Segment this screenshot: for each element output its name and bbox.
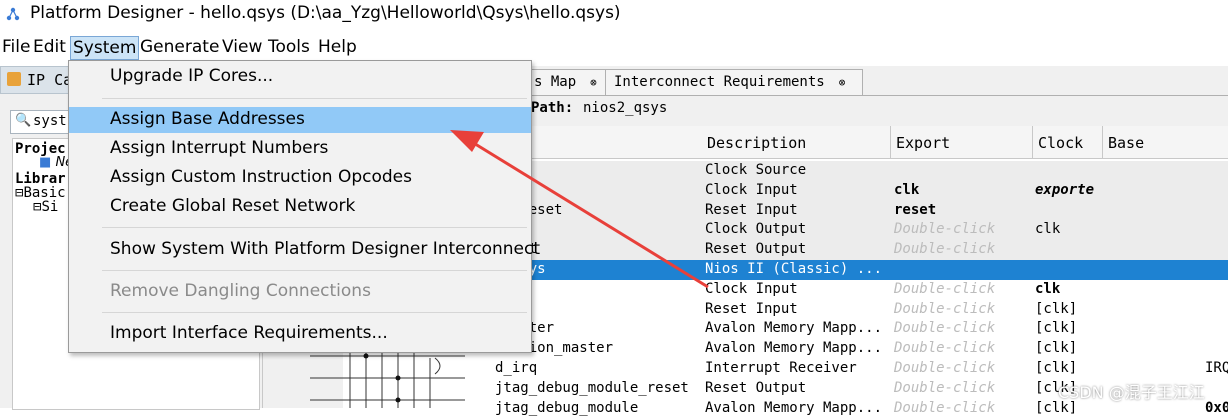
cell-description: Clock Input <box>705 181 798 198</box>
menu-tools[interactable]: Tools <box>266 36 312 58</box>
cell-clock: [clk] <box>1035 340 1078 357</box>
menu-item-label: Upgrade IP Cores... <box>110 66 274 86</box>
cell-export[interactable]: Double-click <box>894 281 995 297</box>
menu-item-label: Assign Base Addresses <box>110 109 305 129</box>
cell-description: Reset Output <box>705 379 807 396</box>
new-component-icon: ■ <box>39 155 52 170</box>
column-header-export[interactable]: Export <box>896 134 950 152</box>
cell-description: Reset Input <box>705 300 798 317</box>
tab-label: s Map <box>534 74 577 90</box>
menu-separator <box>102 270 527 271</box>
table-row[interactable]: d_irq Interrupt Receiver Double-click [clk]… <box>343 359 1228 379</box>
menu-help[interactable]: Help <box>316 36 359 58</box>
window-title: Platform Designer - hello.qsys (D:\aa_Yz… <box>30 3 621 23</box>
menu-bar: File Edit System Generate View Tools Hel… <box>0 33 1228 61</box>
menu-item-label: Remove Dangling Connections <box>110 281 371 301</box>
menu-item-import-interface-requirements[interactable]: Import Interface Requirements... <box>69 321 531 347</box>
cell-description: Avalon Memory Mapp... <box>705 340 883 357</box>
menu-system[interactable]: System <box>70 36 140 60</box>
cell-export[interactable]: Double-click <box>894 301 995 317</box>
column-divider <box>1032 126 1033 158</box>
platform-designer-icon <box>6 7 20 21</box>
menu-item-assign-custom-instruction-opcodes[interactable]: Assign Custom Instruction Opcodes <box>69 165 531 191</box>
cell-description: Clock Output <box>705 221 807 238</box>
cell-clock: [clk] <box>1035 320 1078 337</box>
cell-export[interactable]: Double-click <box>894 340 995 356</box>
watermark: CSDN @混子王江江 <box>1058 383 1205 402</box>
cell-export[interactable]: Double-click <box>894 221 995 237</box>
column-divider <box>890 126 891 158</box>
close-icon[interactable]: ⊗ <box>839 76 846 89</box>
title-bar: Platform Designer - hello.qsys (D:\aa_Yz… <box>0 0 1228 30</box>
search-icon: 🔍 <box>15 113 32 128</box>
cell-export[interactable]: reset <box>894 202 936 218</box>
menu-generate[interactable]: Generate <box>138 36 221 58</box>
cell-clock: exporte <box>1035 181 1095 198</box>
cell-description: Nios II (Classic) ... <box>705 261 883 277</box>
menu-item-label: Assign Custom Instruction Opcodes <box>110 167 412 187</box>
cell-clock: [clk] <box>1035 300 1078 317</box>
cell-description: Clock Input <box>705 280 798 297</box>
menu-item-assign-base-addresses[interactable]: Assign Base Addresses <box>69 107 531 133</box>
column-header-description[interactable]: Description <box>707 134 806 152</box>
tree-item-simple[interactable]: ⊟Si <box>33 199 58 215</box>
cell-base: IRQ <box>1205 360 1228 376</box>
menu-item-assign-interrupt-numbers[interactable]: Assign Interrupt Numbers <box>69 136 531 162</box>
cell-export[interactable]: Double-click <box>894 380 995 396</box>
menu-item-label: Show System With Platform Designer Inter… <box>110 239 541 259</box>
tree-item-simple-label: Si <box>41 199 59 215</box>
column-header-clock[interactable]: Clock <box>1038 134 1083 152</box>
cell-clock: clk <box>1035 221 1061 238</box>
cell-export[interactable]: clk <box>894 182 919 198</box>
cell-export[interactable]: Double-click <box>894 360 995 376</box>
menu-item-label: Import Interface Requirements... <box>110 323 388 343</box>
menu-separator <box>102 227 527 228</box>
cell-description: Avalon Memory Mapp... <box>705 320 883 337</box>
close-icon[interactable]: ⊗ <box>590 76 597 89</box>
system-menu-dropdown: Upgrade IP Cores... Assign Base Addresse… <box>68 60 540 353</box>
cell-name: d_irq <box>495 360 538 376</box>
tab-address-map[interactable]: s Map ⊗ <box>525 69 615 95</box>
menu-item-label: Create Global Reset Network <box>110 196 356 216</box>
cell-clock: clk <box>1035 280 1061 297</box>
system-path-label: Path: <box>531 100 574 116</box>
tab-label: Interconnect Requirements <box>614 74 825 90</box>
tab-interconnect-requirements[interactable]: Interconnect Requirements ⊗ <box>605 69 863 95</box>
cell-export[interactable]: Double-click <box>894 320 995 336</box>
ip-catalog-icon <box>7 72 21 86</box>
column-header-base[interactable]: Base <box>1108 134 1144 152</box>
cell-clock: [clk] <box>1035 360 1078 376</box>
cell-export[interactable]: Double-click <box>894 241 995 257</box>
menu-item-create-global-reset-network[interactable]: Create Global Reset Network <box>69 194 531 220</box>
menu-item-remove-dangling-connections: Remove Dangling Connections <box>69 279 531 305</box>
column-divider <box>1102 126 1103 158</box>
menu-item-label: Assign Interrupt Numbers <box>110 138 329 158</box>
cell-description: Clock Source <box>705 162 807 178</box>
menu-file[interactable]: File <box>0 36 32 58</box>
menu-view[interactable]: View <box>220 36 264 58</box>
cell-description: Reset Output <box>705 241 807 258</box>
system-path-value: nios2_qsys <box>583 100 668 116</box>
tab-label: IP Ca <box>27 71 73 89</box>
menu-separator <box>102 312 527 313</box>
menu-item-upgrade-ip-cores[interactable]: Upgrade IP Cores... <box>69 64 531 90</box>
menu-separator <box>102 98 527 99</box>
menu-edit[interactable]: Edit <box>31 36 68 58</box>
search-value: syst <box>33 113 67 129</box>
menu-item-show-system-with-interconnect[interactable]: Show System With Platform Designer Inter… <box>69 237 540 263</box>
cell-description: Interrupt Receiver <box>705 360 857 376</box>
cell-name: jtag_debug_module_reset <box>495 379 689 396</box>
cell-description: Reset Input <box>705 201 798 218</box>
